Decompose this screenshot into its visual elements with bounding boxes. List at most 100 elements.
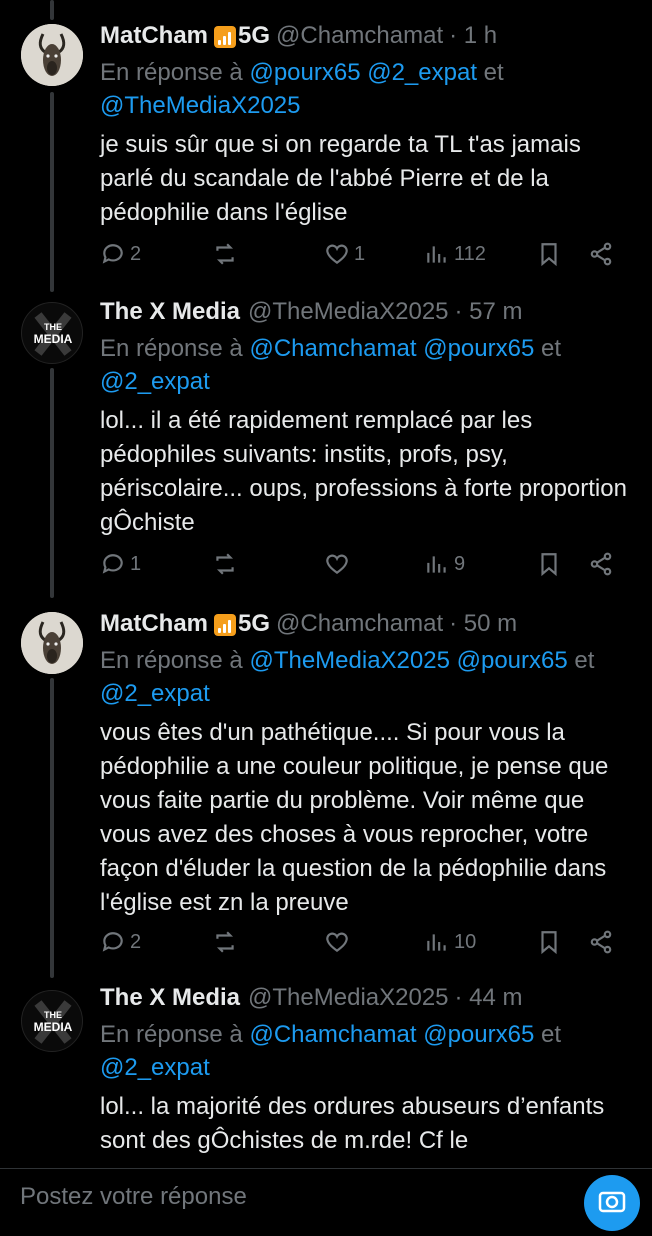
bookmark-icon: [541, 931, 557, 955]
bookmark-button[interactable]: [536, 241, 588, 267]
tweet-actions: 1 9: [100, 544, 630, 584]
bookmark-button[interactable]: [536, 551, 588, 577]
reply-composer[interactable]: Postez votre réponse: [0, 1168, 652, 1231]
reply-joiner: et: [574, 647, 595, 674]
views-button[interactable]: 10: [424, 929, 536, 955]
author-badge: 5G: [238, 22, 271, 49]
repost-button[interactable]: [212, 551, 324, 577]
share-button[interactable]: [588, 929, 614, 955]
mention[interactable]: @2_expat: [367, 59, 477, 86]
repost-button[interactable]: [212, 241, 324, 267]
view-count: 10: [454, 930, 477, 953]
reply-prefix: En réponse à: [100, 647, 243, 674]
reply-prefix: En réponse à: [100, 1021, 243, 1048]
reply-input[interactable]: Postez votre réponse: [20, 1183, 247, 1211]
reply-count: 1: [130, 552, 142, 575]
reply-button[interactable]: 1: [100, 551, 212, 577]
reply-count: 2: [130, 930, 142, 953]
tweet-text: je suis sûr que si on regarde ta TL t'as…: [100, 131, 581, 226]
tweet-text: vous êtes d'un pathétique.... Si pour vo…: [100, 719, 609, 916]
tweet-header: MatCham 5G @Chamchamat · 50 m: [100, 604, 652, 644]
tweet[interactable]: The X Media @TheMediaX2025 · 57 m En rép…: [0, 292, 652, 540]
timestamp[interactable]: · 57 m: [455, 298, 523, 326]
views-icon: [427, 934, 446, 951]
reply-icon: [102, 932, 123, 952]
like-button[interactable]: 1: [324, 241, 424, 267]
views-button[interactable]: 9: [424, 551, 536, 577]
repost-icon: [216, 553, 234, 575]
author-handle[interactable]: @TheMediaX2025: [248, 298, 448, 326]
mention[interactable]: @pourx65: [423, 1021, 534, 1048]
reply-context: En réponse à @Chamchamat @pourx65 et @2_…: [100, 332, 630, 398]
share-icon: [590, 930, 612, 954]
mention[interactable]: @Chamchamat: [249, 335, 416, 362]
reply-icon: [102, 554, 123, 574]
repost-icon: [216, 243, 234, 265]
reply-button[interactable]: 2: [100, 929, 212, 955]
views-button[interactable]: 112: [424, 241, 536, 267]
view-count: 112: [454, 242, 486, 265]
tweet[interactable]: MatCham 5G @Chamchamat · 50 m En réponse…: [0, 604, 652, 920]
tweet-actions: 2 10: [100, 922, 630, 962]
signal-bars-icon: [214, 614, 237, 636]
camera-icon: [598, 1191, 626, 1213]
mention[interactable]: @pourx65: [423, 335, 534, 362]
bookmark-icon: [541, 243, 557, 267]
tweet-header: The X Media @TheMediaX2025 · 57 m: [100, 292, 652, 332]
like-icon: [326, 554, 348, 574]
timestamp[interactable]: · 44 m: [455, 984, 523, 1012]
like-button[interactable]: [324, 551, 424, 577]
tweet[interactable]: The X Media @TheMediaX2025 · 44 m En rép…: [0, 978, 652, 1158]
tweet-header: The X Media @TheMediaX2025 · 44 m: [100, 978, 652, 1018]
timestamp[interactable]: · 50 m: [449, 610, 517, 638]
like-icon: [326, 932, 348, 952]
mention[interactable]: @2_expat: [100, 1054, 210, 1081]
mention[interactable]: @2_expat: [100, 368, 210, 395]
share-icon: [590, 242, 612, 266]
reply-context: En réponse à @Chamchamat @pourx65 et @2_…: [100, 1018, 630, 1084]
tweet-text: lol... il a été rapidement remplacé par …: [100, 407, 627, 536]
like-button[interactable]: [324, 929, 424, 955]
share-button[interactable]: [588, 241, 614, 267]
share-icon: [590, 552, 612, 576]
author-name[interactable]: The X Media: [100, 984, 240, 1012]
author-handle[interactable]: @TheMediaX2025: [248, 984, 448, 1012]
mention[interactable]: @Chamchamat: [249, 1021, 416, 1048]
tweet-header: MatCham 5G @Chamchamat · 1 h: [100, 16, 652, 56]
reply-joiner: et: [540, 335, 561, 362]
mention[interactable]: @pourx65: [249, 59, 360, 86]
like-count: 1: [354, 242, 366, 265]
mention[interactable]: @TheMediaX2025: [249, 647, 449, 674]
views-icon: [427, 556, 446, 573]
view-count: 9: [454, 552, 466, 575]
author-handle[interactable]: @Chamchamat: [276, 610, 443, 638]
mention[interactable]: @TheMediaX2025: [100, 92, 300, 119]
repost-button[interactable]: [212, 929, 324, 955]
reply-count: 2: [130, 242, 142, 265]
reply-prefix: En réponse à: [100, 59, 243, 86]
reply-prefix: En réponse à: [100, 335, 243, 362]
like-icon: [326, 244, 348, 264]
author-handle[interactable]: @Chamchamat: [276, 22, 443, 50]
mention[interactable]: @2_expat: [100, 680, 210, 707]
tweet-actions: 2 1 112: [100, 234, 630, 274]
repost-icon: [216, 931, 234, 953]
timestamp[interactable]: · 1 h: [449, 22, 497, 50]
camera-button[interactable]: [584, 1175, 640, 1231]
author-name[interactable]: MatCham: [100, 22, 208, 50]
bookmark-button[interactable]: [536, 929, 588, 955]
reply-joiner: et: [540, 1021, 561, 1048]
reply-button[interactable]: 2: [100, 241, 212, 267]
tweet-text: lol... la majorité des ordures abuseurs …: [100, 1093, 605, 1154]
reply-joiner: et: [483, 59, 504, 86]
author-name[interactable]: MatCham: [100, 610, 208, 638]
reply-icon: [102, 244, 123, 264]
tweet[interactable]: MatCham 5G @Chamchamat · 1 h En réponse …: [0, 16, 652, 230]
views-icon: [427, 246, 446, 263]
mention[interactable]: @pourx65: [457, 647, 568, 674]
reply-context: En réponse à @pourx65 @2_expat et @TheMe…: [100, 56, 630, 122]
reply-context: En réponse à @TheMediaX2025 @pourx65 et …: [100, 644, 630, 710]
bookmark-icon: [541, 553, 557, 577]
share-button[interactable]: [588, 551, 614, 577]
author-name[interactable]: The X Media: [100, 298, 240, 326]
